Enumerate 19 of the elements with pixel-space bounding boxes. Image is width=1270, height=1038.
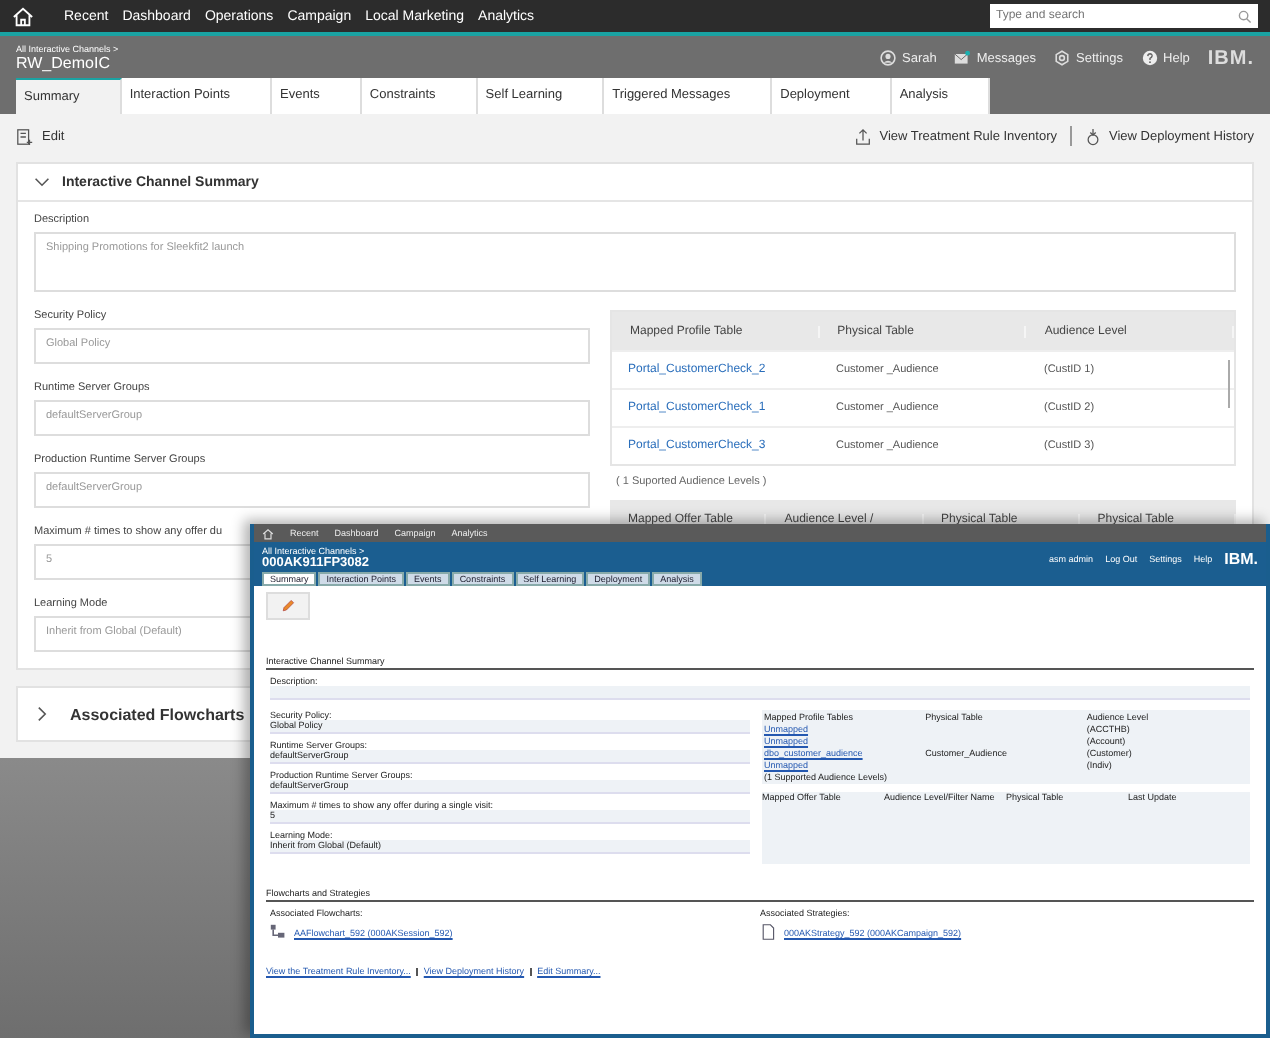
channel-title: RW_DemoIC — [16, 54, 112, 72]
settings-icon[interactable] — [1054, 50, 1071, 66]
pencil-icon[interactable] — [280, 598, 296, 614]
edit-icon[interactable] — [16, 127, 34, 145]
logo: IBM. — [1224, 549, 1258, 567]
chevron-icon[interactable] — [34, 174, 50, 190]
upload-icon[interactable] — [853, 127, 872, 145]
chevron-icon[interactable] — [34, 706, 50, 722]
edit-button[interactable] — [266, 592, 310, 620]
user-icon[interactable] — [880, 50, 897, 66]
download-icon[interactable] — [1083, 127, 1101, 145]
envelope-icon[interactable] — [954, 50, 971, 66]
document-icon — [760, 924, 776, 940]
logo: IBM. — [1207, 47, 1254, 69]
scrollbar[interactable] — [1227, 360, 1230, 408]
help-icon[interactable] — [1141, 50, 1158, 66]
search-icon[interactable] — [1238, 9, 1252, 23]
flowchart-icon — [270, 924, 286, 940]
section-title[interactable]: Associated Flowcharts — [70, 705, 245, 723]
